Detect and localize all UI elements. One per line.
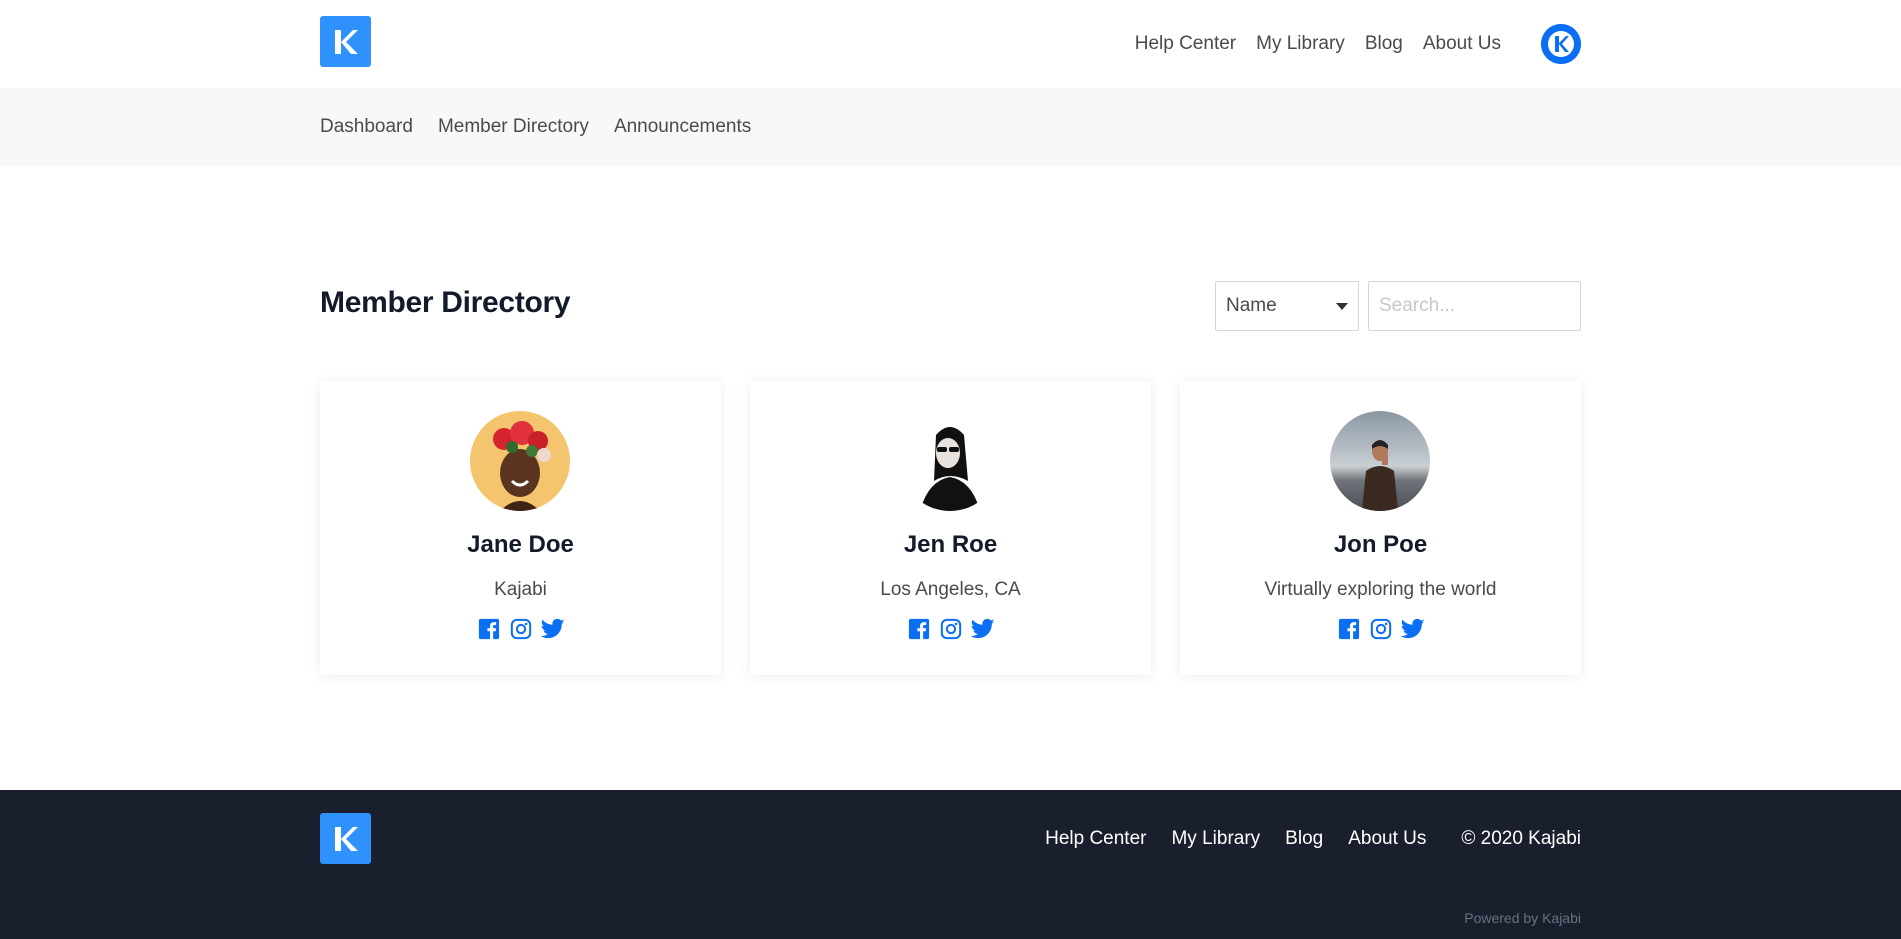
member-photo <box>1330 411 1430 511</box>
member-photo <box>470 411 570 511</box>
chevron-down-icon <box>1336 303 1348 310</box>
member-card[interactable]: Jon Poe Virtually exploring the world <box>1180 381 1581 675</box>
footer-nav-my-library[interactable]: My Library <box>1171 828 1260 850</box>
member-location: Virtually exploring the world <box>1264 579 1497 600</box>
member-photo <box>900 411 1000 511</box>
twitter-icon[interactable] <box>970 617 995 641</box>
member-location: Kajabi <box>494 579 547 600</box>
nav-my-library[interactable]: My Library <box>1256 33 1345 55</box>
sub-nav: Dashboard Member Directory Announcements <box>0 88 1901 166</box>
subnav-member-directory[interactable]: Member Directory <box>438 116 589 138</box>
filter-selected-value: Name <box>1226 295 1277 316</box>
footer-nav-help-center[interactable]: Help Center <box>1045 828 1146 850</box>
nav-blog[interactable]: Blog <box>1365 33 1403 55</box>
social-links <box>320 617 721 641</box>
member-name[interactable]: Jane Doe <box>320 531 721 559</box>
member-name[interactable]: Jen Roe <box>750 531 1151 559</box>
footer-nav-blog[interactable]: Blog <box>1285 828 1323 850</box>
nav-help-center[interactable]: Help Center <box>1135 33 1236 55</box>
search-input[interactable] <box>1368 281 1581 331</box>
page-title: Member Directory <box>320 286 571 319</box>
twitter-icon[interactable] <box>1400 617 1425 641</box>
facebook-icon[interactable] <box>477 617 501 641</box>
member-cards: Jane Doe Kajabi Jen Roe Los Angeles, CA … <box>320 381 1581 675</box>
user-avatar-icon[interactable] <box>1541 24 1581 64</box>
subnav-dashboard[interactable]: Dashboard <box>320 116 413 138</box>
powered-by-link[interactable]: Powered by Kajabi <box>1464 910 1581 926</box>
twitter-icon[interactable] <box>540 617 565 641</box>
top-nav: Help Center My Library Blog About Us <box>1115 0 1581 88</box>
facebook-icon[interactable] <box>907 617 931 641</box>
facebook-icon[interactable] <box>1337 617 1361 641</box>
copyright-text: © 2020 Kajabi <box>1461 827 1581 849</box>
member-card[interactable]: Jen Roe Los Angeles, CA <box>750 381 1151 675</box>
site-header: Help Center My Library Blog About Us <box>0 0 1901 88</box>
footer-nav: Help Center My Library Blog About Us © 2… <box>1020 813 1581 864</box>
social-links <box>1180 617 1581 641</box>
filter-select[interactable]: Name <box>1215 281 1359 331</box>
member-name[interactable]: Jon Poe <box>1180 531 1581 559</box>
nav-about-us[interactable]: About Us <box>1423 33 1501 55</box>
site-footer: Help Center My Library Blog About Us © 2… <box>0 790 1901 939</box>
footer-nav-about-us[interactable]: About Us <box>1348 828 1426 850</box>
kajabi-logo-icon[interactable] <box>320 16 371 67</box>
social-links <box>750 617 1151 641</box>
member-location: Los Angeles, CA <box>880 579 1021 600</box>
subnav-announcements[interactable]: Announcements <box>614 116 751 138</box>
instagram-icon[interactable] <box>939 617 963 641</box>
kajabi-logo-icon[interactable] <box>320 813 371 864</box>
instagram-icon[interactable] <box>509 617 533 641</box>
instagram-icon[interactable] <box>1369 617 1393 641</box>
member-card[interactable]: Jane Doe Kajabi <box>320 381 721 675</box>
